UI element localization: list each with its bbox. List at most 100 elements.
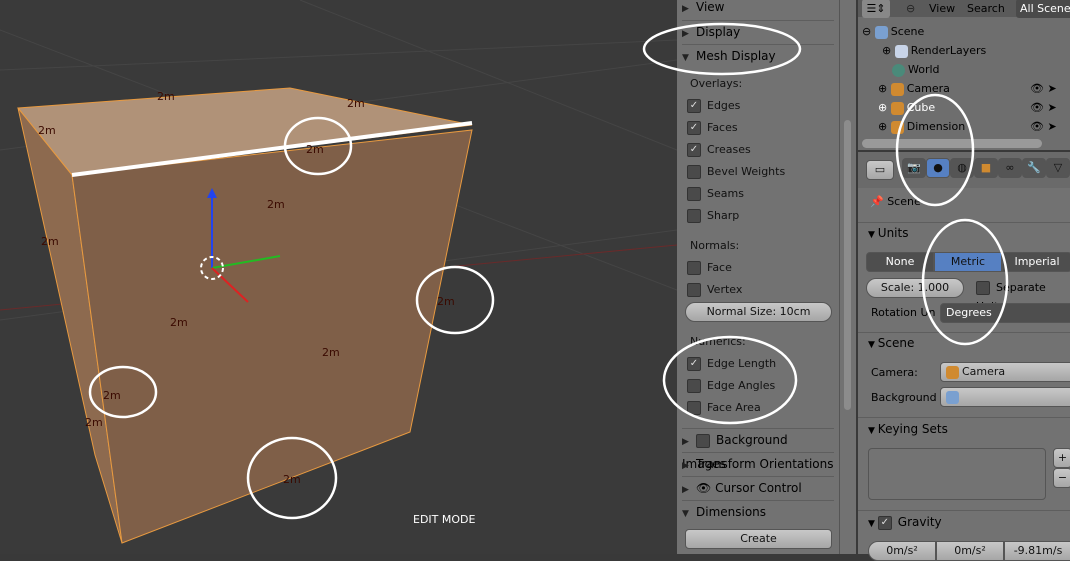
checkbox-seams[interactable]: Seams xyxy=(687,184,744,204)
visibility-icons[interactable]: 👁 ➤ xyxy=(1030,117,1057,136)
scene-icon xyxy=(874,25,888,39)
checkbox-edge-length[interactable]: ✓ Edge Length xyxy=(687,354,776,374)
panel-mesh-display[interactable]: ▼ Mesh Display xyxy=(682,44,834,67)
checkbox-label: Sharp xyxy=(707,209,740,222)
background-field[interactable] xyxy=(940,387,1070,407)
display-mode-dropdown[interactable]: ☰⇕ xyxy=(862,0,890,18)
scale-field[interactable]: Scale: 1.000 xyxy=(866,278,964,298)
background-label: Background xyxy=(871,391,937,404)
checkbox-sharp[interactable]: Sharp xyxy=(687,206,739,226)
panel-background-images[interactable]: ▶ Background Images xyxy=(682,428,834,471)
panel-view[interactable]: ▶ View xyxy=(682,0,834,18)
visibility-icons[interactable]: 👁 ➤ xyxy=(1030,98,1057,117)
outliner-item-cube[interactable]: ⊕ Cube xyxy=(878,98,935,117)
units-imperial-button[interactable]: Imperial xyxy=(1002,252,1070,272)
checkbox-separate-units[interactable]: Separate Units xyxy=(976,278,1070,313)
collapse-icon: ▼ xyxy=(868,519,878,529)
panel-title: Keying Sets xyxy=(877,422,948,436)
units-none-button[interactable]: None xyxy=(866,252,934,272)
panel-display[interactable]: ▶ Display xyxy=(682,20,834,43)
gravity-z-field[interactable]: -9.81m/s xyxy=(1004,541,1070,561)
checkbox-bevel-weights[interactable]: Bevel Weights xyxy=(687,162,785,182)
menu-view[interactable]: View xyxy=(929,0,955,18)
checkbox-edges[interactable]: ✓ Edges xyxy=(687,96,740,116)
edge-length-label: 2m xyxy=(103,389,121,402)
create-button[interactable]: Create xyxy=(685,529,832,549)
collapse-icon: ▼ xyxy=(868,230,878,240)
keying-sets-list[interactable] xyxy=(868,448,1046,500)
numerics-label: Numerics: xyxy=(690,335,746,348)
panel-title: View xyxy=(696,0,725,14)
units-metric-button[interactable]: Metric xyxy=(934,252,1002,272)
checkbox-icon xyxy=(687,187,701,201)
scene-filter-dropdown[interactable]: All Scenes xyxy=(1016,0,1070,18)
gravity-x-field[interactable]: 0m/s² xyxy=(868,541,936,561)
add-keying-set-button[interactable]: + xyxy=(1053,448,1070,468)
collapse-icon: ▼ xyxy=(868,340,878,350)
menu-search[interactable]: Search xyxy=(967,0,1005,18)
item-label: Dimension xyxy=(906,120,966,133)
normals-label: Normals: xyxy=(690,239,740,252)
outliner-item-renderlayers[interactable]: ⊕ RenderLayers xyxy=(882,41,986,60)
properties-shelf: ▶ View ▶ Display ▼ Mesh Display Overlays: ✓… xyxy=(677,0,839,554)
3d-viewport[interactable]: 2m 2m 2m 2m 2m 2m 2m 2m 2m 2m 2m 2m EDIT… xyxy=(0,0,677,554)
checkbox-face-area[interactable]: Face Area xyxy=(687,398,761,418)
scene-tab-icon[interactable]: ● xyxy=(926,158,950,178)
checkbox-icon: ✓ xyxy=(687,357,701,371)
checkbox-faces[interactable]: ✓ Faces xyxy=(687,118,738,138)
panel-title: Units xyxy=(877,226,909,240)
gravity-checkbox[interactable]: ✓ xyxy=(877,515,892,530)
context-label: Scene xyxy=(887,195,921,208)
checkbox-label: Edge Angles xyxy=(707,379,776,392)
pin-icon[interactable]: 📌 xyxy=(870,195,884,208)
panel-cursor-control[interactable]: ▶ 👁 Cursor Control xyxy=(682,476,834,499)
outliner-item-dimension[interactable]: ⊕ Dimension xyxy=(878,117,965,136)
scene-icon xyxy=(946,390,959,404)
expand-icon: ▶ xyxy=(682,4,689,14)
checkbox-face-normals[interactable]: Face xyxy=(687,258,732,278)
panel-transform-orientations[interactable]: ▶ Transform Orientations xyxy=(682,452,834,475)
constraints-tab-icon[interactable]: ∞ xyxy=(998,158,1022,178)
camera-object-icon xyxy=(946,365,959,379)
checkbox-icon: ✓ xyxy=(687,121,701,135)
outliner-item-world[interactable]: World xyxy=(892,60,940,79)
panel-units[interactable]: ▼ Units xyxy=(868,224,908,243)
scrollbar-thumb[interactable] xyxy=(844,120,851,410)
panel-scene[interactable]: ▼ Scene xyxy=(868,334,914,353)
edge-length-label: 2m xyxy=(437,295,455,308)
collapse-icon: ▼ xyxy=(682,53,689,63)
expand-icon: ▶ xyxy=(682,437,689,447)
panel-dimensions[interactable]: ▼ Dimensions xyxy=(682,500,834,523)
filter-icon[interactable]: ⊖ xyxy=(906,0,915,18)
gravity-y-field[interactable]: 0m/s² xyxy=(936,541,1004,561)
outliner-item-scene[interactable]: ⊖ Scene xyxy=(862,22,924,41)
visibility-icons[interactable]: 👁 ➤ xyxy=(1030,79,1057,98)
render-tab-icon[interactable]: 📷 xyxy=(902,158,926,178)
panel-keying-sets[interactable]: ▼ Keying Sets xyxy=(868,420,948,439)
checkbox-label: Creases xyxy=(707,143,751,156)
outliner-item-camera[interactable]: ⊕ Camera xyxy=(878,79,950,98)
rotation-units-dropdown[interactable]: Degrees xyxy=(940,303,1070,323)
outliner-scrollbar[interactable] xyxy=(862,139,1042,148)
modifiers-tab-icon[interactable]: 🔧 xyxy=(1022,158,1046,178)
checkbox-label: Bevel Weights xyxy=(707,165,786,178)
world-tab-icon[interactable]: ◍ xyxy=(950,158,974,178)
checkbox-creases[interactable]: ✓ Creases xyxy=(687,140,751,160)
context-tabs: 📷 ● ◍ ■ ∞ 🔧 ▽ xyxy=(902,158,1070,178)
item-label: World xyxy=(908,63,940,76)
expand-icon: ▶ xyxy=(682,29,689,39)
checkbox-vertex-normals[interactable]: Vertex xyxy=(687,280,742,300)
normal-size-field[interactable]: Normal Size: 10cm xyxy=(685,302,832,322)
item-label: RenderLayers xyxy=(910,44,987,57)
editor-type-dropdown[interactable]: ▭ xyxy=(866,160,894,180)
data-tab-icon[interactable]: ▽ xyxy=(1046,158,1070,178)
panel-gravity[interactable]: ▼ ✓ Gravity xyxy=(868,513,942,532)
remove-keying-set-button[interactable]: − xyxy=(1053,468,1070,488)
checkbox-edge-angles[interactable]: Edge Angles xyxy=(687,376,775,396)
object-tab-icon[interactable]: ■ xyxy=(974,158,998,178)
checkbox-label: Faces xyxy=(707,121,738,134)
checkbox-icon[interactable] xyxy=(696,433,710,448)
panel-title: Display xyxy=(696,25,741,39)
camera-field[interactable]: Camera xyxy=(940,362,1070,382)
shelf-scrollbar[interactable] xyxy=(839,0,856,554)
